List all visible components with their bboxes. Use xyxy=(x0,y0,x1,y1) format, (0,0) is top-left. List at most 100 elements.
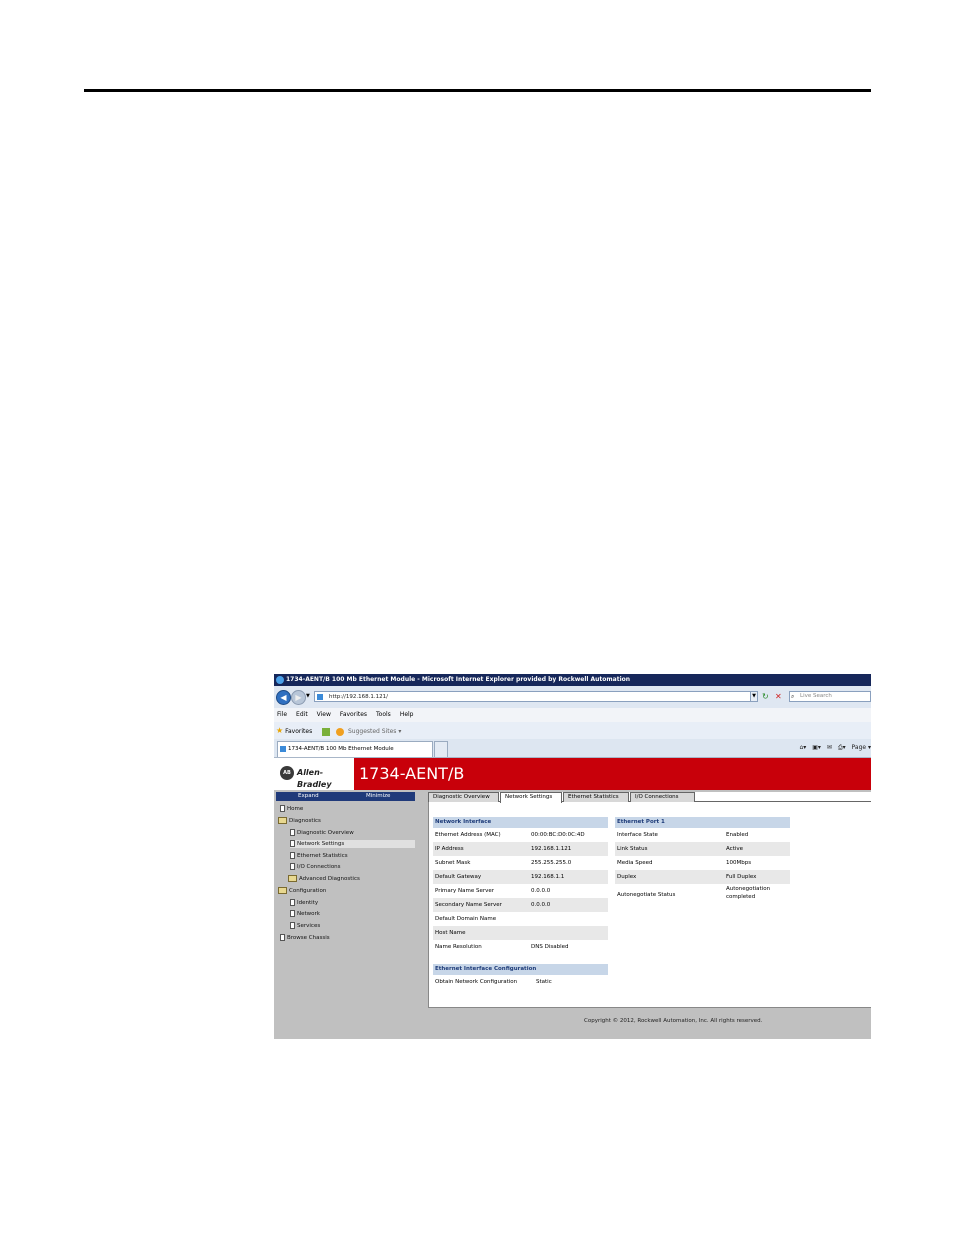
tab-network-settings[interactable]: Network Settings xyxy=(500,792,562,803)
nav-ethernet-statistics[interactable]: Ethernet Statistics xyxy=(290,852,348,860)
copyright-footer: Copyright © 2012, Rockwell Automation, I… xyxy=(584,1018,763,1024)
home-icon[interactable]: ⌂▾ xyxy=(800,744,807,751)
interface-configuration-section: Ethernet Interface Configuration Obtain … xyxy=(433,964,608,989)
nav-browse-chassis[interactable]: Browse Chassis xyxy=(280,934,330,942)
address-url: http://192.168.1.121/ xyxy=(329,694,388,700)
nav-label: Services xyxy=(297,923,321,929)
section-title: Network Interface xyxy=(433,817,608,828)
menu-edit[interactable]: Edit xyxy=(296,711,308,718)
page-menu-button[interactable]: Page ▾ xyxy=(852,744,871,751)
row-value: Enabled xyxy=(726,832,749,838)
nav-advanced-diagnostics[interactable]: Advanced Diagnostics xyxy=(288,875,360,883)
table-row: Interface State Enabled xyxy=(615,828,790,842)
nav-label: I/O Connections xyxy=(297,864,341,870)
suggested-sites-button[interactable]: Suggested Sites ▾ xyxy=(348,728,401,735)
nav-configuration[interactable]: Configuration xyxy=(278,887,326,895)
menu-bar: File Edit View Favorites Tools Help xyxy=(274,708,871,722)
history-dropdown-icon[interactable]: ▼ xyxy=(306,693,310,699)
nav-diagnostics[interactable]: Diagnostics xyxy=(278,817,321,825)
nav-services[interactable]: Services xyxy=(290,922,320,930)
table-row: IP Address 192.168.1.121 xyxy=(433,842,608,856)
ie-logo-icon xyxy=(276,676,284,684)
nav-io-connections[interactable]: I/O Connections xyxy=(290,863,341,871)
tab-ethernet-statistics[interactable]: Ethernet Statistics xyxy=(563,792,629,802)
nav-home[interactable]: Home xyxy=(280,805,303,813)
nav-identity[interactable]: Identity xyxy=(290,899,318,907)
minimize-button[interactable]: Minimize xyxy=(366,792,390,801)
new-tab-button[interactable] xyxy=(434,741,448,757)
row-label: Default Domain Name xyxy=(435,916,497,922)
site-header: AB Allen-Bradley 1734-AENT/B xyxy=(274,758,871,790)
window-titlebar: 1734-AENT/B 100 Mb Ethernet Module - Mic… xyxy=(274,674,871,686)
tab-io-connections[interactable]: I/O Connections xyxy=(630,792,695,802)
search-input[interactable]: ⌕ Live Search xyxy=(789,691,871,702)
menu-help[interactable]: Help xyxy=(400,711,414,718)
row-label: Autonegotiate Status xyxy=(617,892,676,898)
brand-name: Allen-Bradley xyxy=(297,768,332,789)
row-value: DNS Disabled xyxy=(531,944,569,950)
search-placeholder: Live Search xyxy=(800,693,832,699)
row-label: Name Resolution xyxy=(435,944,482,950)
row-label: Duplex xyxy=(617,874,637,880)
table-row: Autonegotiate Status Autonegotiation compl… xyxy=(615,884,790,906)
section-title: Ethernet Interface Configuration xyxy=(433,964,608,975)
row-label: Host Name xyxy=(435,930,466,936)
row-label: Subnet Mask xyxy=(435,860,471,866)
row-value: 00:00:BC:D0:0C:4D xyxy=(531,832,585,838)
row-label: Ethernet Address (MAC) xyxy=(435,832,501,838)
stop-icon[interactable]: ✕ xyxy=(775,691,785,702)
row-value: 100Mbps xyxy=(726,860,752,866)
print-icon[interactable]: ⎙▾ xyxy=(838,744,846,751)
document-icon xyxy=(280,805,285,812)
feeds-icon[interactable]: ▣▾ xyxy=(812,744,821,751)
row-value: Active xyxy=(726,846,744,852)
window-title: 1734-AENT/B 100 Mb Ethernet Module - Mic… xyxy=(286,676,631,683)
row-value: 192.168.1.121 xyxy=(531,846,572,852)
row-label: Media Speed xyxy=(617,860,653,866)
command-bar: ⌂▾ ▣▾ ✉ ⎙▾ Page ▾ xyxy=(796,743,872,753)
mail-icon[interactable]: ✉ xyxy=(827,744,832,751)
expand-button[interactable]: Expand xyxy=(298,792,319,801)
folder-icon xyxy=(278,817,287,824)
row-value: 0.0.0.0 xyxy=(531,888,551,894)
menu-view[interactable]: View xyxy=(317,711,331,718)
nav-label: Diagnostics xyxy=(289,818,321,824)
back-button[interactable]: ◀ xyxy=(276,690,291,705)
row-label: Obtain Network Configuration xyxy=(435,979,518,985)
table-row: Media Speed 100Mbps xyxy=(615,856,790,870)
nav-network-settings[interactable]: Network Settings xyxy=(290,840,415,848)
menu-file[interactable]: File xyxy=(277,711,287,718)
nav-label: Home xyxy=(287,806,304,812)
nav-label: Advanced Diagnostics xyxy=(299,876,360,882)
favorites-button[interactable]: Favorites xyxy=(285,728,312,735)
navigation-panel: Expand Minimize Home Diagnostics Diagnos… xyxy=(276,792,417,1039)
menu-tools[interactable]: Tools xyxy=(376,711,391,718)
address-input[interactable]: http://192.168.1.121/ xyxy=(314,691,754,702)
document-icon xyxy=(290,910,295,917)
document-icon xyxy=(290,840,295,847)
ethernet-port-section: Ethernet Port 1 Interface State Enabled L… xyxy=(615,817,790,906)
document-icon xyxy=(290,852,295,859)
table-row: Name Resolution DNS Disabled xyxy=(433,940,608,954)
expand-minimize-bar: Expand Minimize xyxy=(276,792,415,801)
ab-logo-badge: AB xyxy=(280,766,294,780)
nav-network[interactable]: Network xyxy=(290,910,320,918)
nav-label: Ethernet Statistics xyxy=(297,853,348,859)
nav-diagnostic-overview[interactable]: Diagnostic Overview xyxy=(290,829,354,837)
add-favorite-icon[interactable] xyxy=(322,727,331,736)
address-row: ◀ ▶ ▼ http://192.168.1.121/ ▼ ↻ ✕ ⌕ Live… xyxy=(274,686,871,708)
row-value: Static xyxy=(536,979,552,985)
tab-diagnostic-overview[interactable]: Diagnostic Overview xyxy=(428,792,499,802)
forward-button[interactable]: ▶ xyxy=(291,690,306,705)
refresh-icon[interactable]: ↻ xyxy=(762,691,772,702)
table-row: Link Status Active xyxy=(615,842,790,856)
document-icon xyxy=(290,899,295,906)
table-row: Subnet Mask 255.255.255.0 xyxy=(433,856,608,870)
table-row: Default Gateway 192.168.1.1 xyxy=(433,870,608,884)
menu-favorites[interactable]: Favorites xyxy=(340,711,367,718)
browser-tab[interactable]: 1734-AENT/B 100 Mb Ethernet Module xyxy=(277,741,433,757)
row-value-line2: completed xyxy=(726,894,756,900)
address-dropdown-icon[interactable]: ▼ xyxy=(750,691,758,702)
nav-label: Identity xyxy=(297,900,319,906)
nav-label: Diagnostic Overview xyxy=(297,830,354,836)
